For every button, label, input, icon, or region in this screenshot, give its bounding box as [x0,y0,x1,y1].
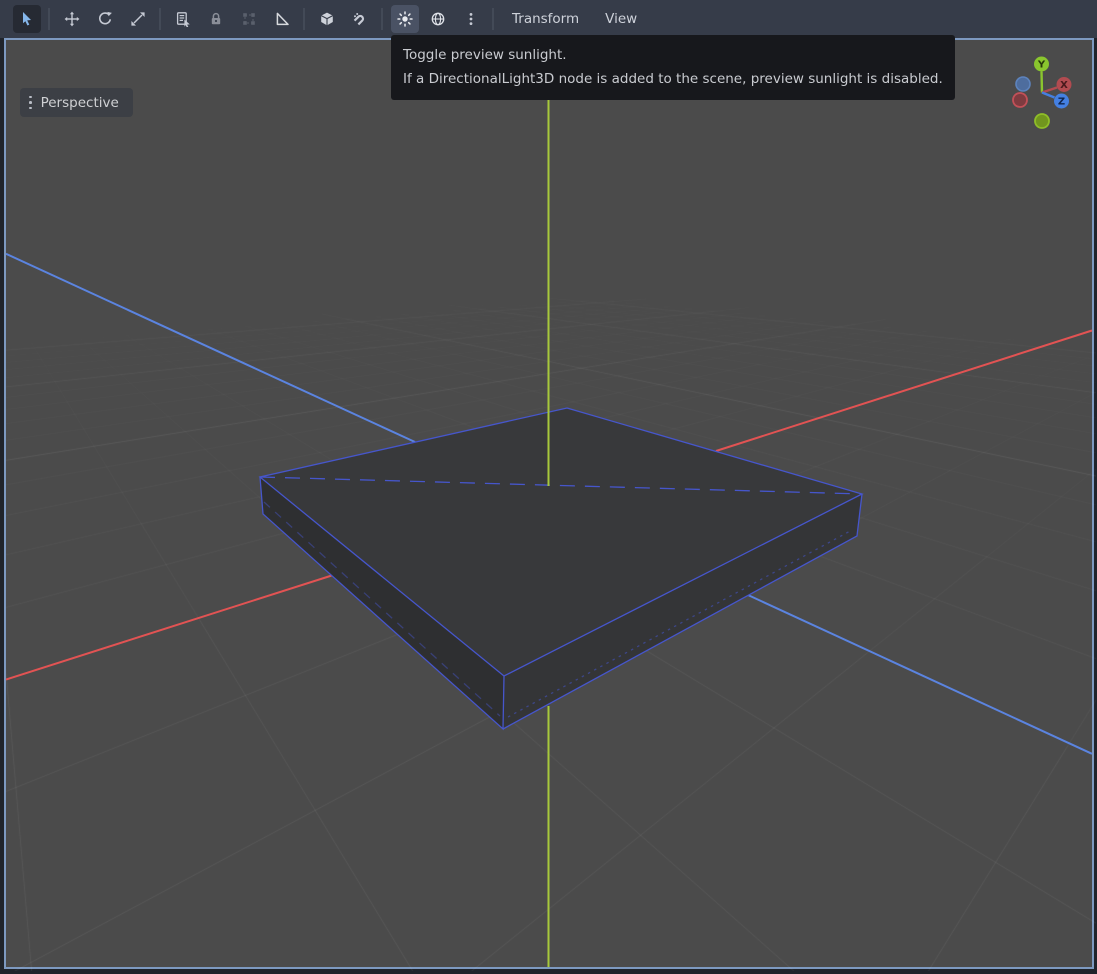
rotate-mode-button[interactable] [91,5,119,33]
ruler-mode-button[interactable] [268,5,296,33]
cube-icon [319,11,335,27]
select-mode-button[interactable] [13,5,41,33]
x-axis-line [6,570,349,680]
sun-environment-options-button[interactable] [457,5,485,33]
group-icon [241,11,257,27]
ruler-icon [274,11,290,27]
gizmo-x-label: X [1060,80,1068,91]
toolbar-separator [381,8,383,30]
kebab-menu-icon [29,96,32,110]
preview-environment-toggle[interactable] [424,5,452,33]
rotate-icon [97,11,113,27]
gizmo-z-label: Z [1058,97,1065,108]
scale-mode-button[interactable] [124,5,152,33]
gizmo-neg-z-ball[interactable] [1016,77,1030,91]
gizmo-neg-y-ball[interactable] [1035,114,1049,128]
group-node-button[interactable] [235,5,263,33]
transform-menu[interactable]: Transform [499,5,592,33]
view-menu[interactable]: View [592,5,650,33]
lock-icon [208,11,224,27]
box-mesh[interactable] [260,408,862,729]
move-mode-button[interactable] [58,5,86,33]
toolbar-separator [48,8,50,30]
lock-node-button[interactable] [202,5,230,33]
select-cursor-icon [19,11,35,27]
view-perspective-menu[interactable]: Perspective [20,88,133,117]
gizmo-axis-lines [1042,72,1058,98]
z-axis-line [748,595,1092,754]
toolbar-separator [159,8,161,30]
magnet-icon [352,11,368,27]
kebab-menu-icon [463,11,479,27]
view-label: Perspective [41,95,119,111]
selectable-nodes-list-button[interactable] [169,5,197,33]
godot-3d-editor: Transform View [0,0,1097,974]
local-space-toggle[interactable] [313,5,341,33]
toolbar-separator [303,8,305,30]
select-list-icon [175,11,191,27]
sun-icon [397,11,413,27]
viewport-3d[interactable]: Perspective Y X Z [4,38,1094,969]
tooltip-line-1: Toggle preview sunlight. [403,43,943,67]
scale-icon [130,11,146,27]
tooltip-line-2: If a DirectionalLight3D node is added to… [403,67,943,91]
scene-svg [6,40,1096,971]
view-axes-gizmo[interactable]: Y X Z [1000,48,1090,138]
x-axis-line [716,331,1092,452]
sunlight-tooltip: Toggle preview sunlight. If a Directiona… [391,35,955,100]
snap-toggle[interactable] [346,5,374,33]
globe-icon [430,11,446,27]
preview-sunlight-toggle[interactable] [391,5,419,33]
z-axis-line [6,254,415,442]
gizmo-y-label: Y [1037,60,1046,71]
gizmo-neg-x-ball[interactable] [1013,93,1027,107]
move-icon [64,11,80,27]
spatial-editor-toolbar: Transform View [0,0,1097,38]
toolbar-separator [492,8,494,30]
